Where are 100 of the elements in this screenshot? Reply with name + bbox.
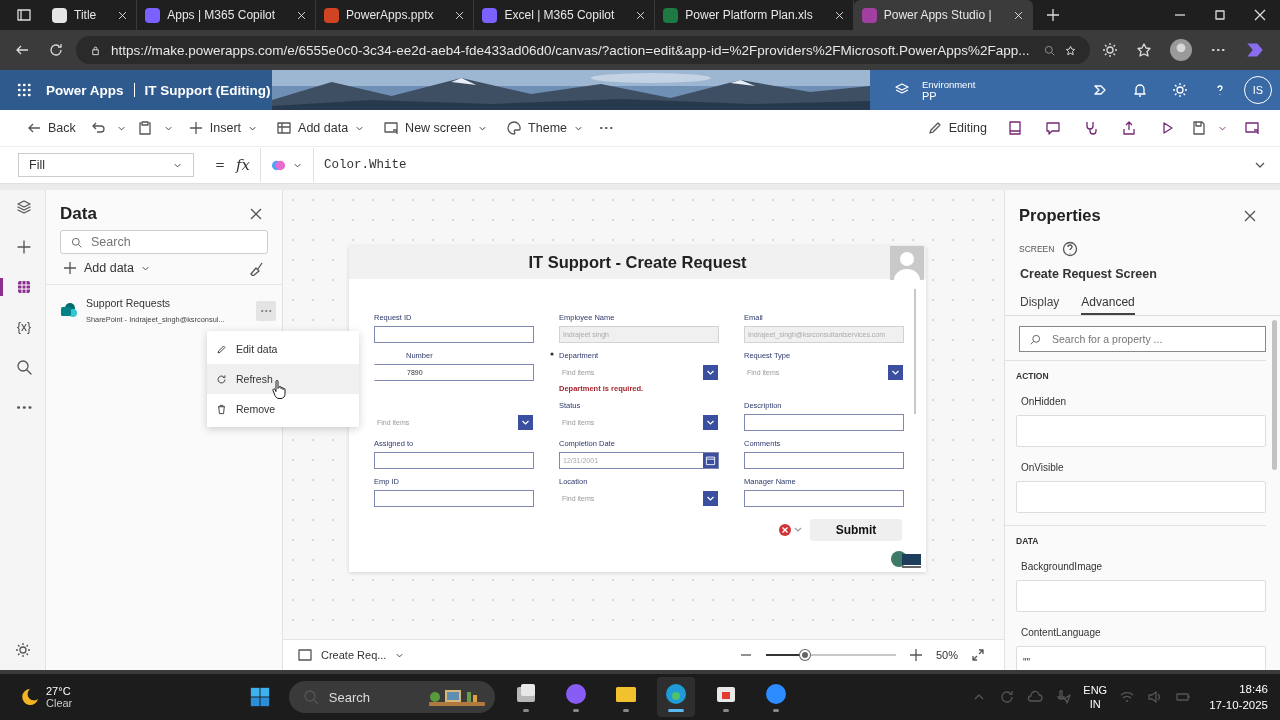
property-input[interactable] [1016,580,1266,612]
close-icon[interactable] [1252,7,1268,23]
paste-icon[interactable] [136,120,153,136]
menu-item[interactable]: Remove [207,394,359,424]
copilot-button[interactable] [260,148,314,182]
reload-icon[interactable] [48,42,64,58]
function-label[interactable]: fx [236,156,250,174]
command-button[interactable]: Theme [502,118,588,138]
taskbar-button[interactable] [656,677,695,717]
add-data-button[interactable]: Add data [58,258,156,278]
command-button[interactable]: Insert [183,118,263,138]
favorites-icon[interactable] [1136,42,1152,58]
environment-name[interactable]: PP [922,89,976,102]
pencil-icon [926,120,943,136]
close-icon[interactable] [248,206,264,222]
property-label: BackgroundImage [1020,561,1104,572]
property-label: OnVisible [1020,462,1065,473]
screen-icon [383,120,400,136]
property-dropdown[interactable]: Fill [18,153,194,177]
search-icon [71,237,82,248]
app-checker-icon[interactable] [1083,120,1099,136]
weather-condition[interactable]: Clear [46,697,73,709]
palette-icon [506,120,523,136]
help-icon[interactable] [1062,241,1079,257]
star-icon[interactable] [1065,44,1076,56]
plus-icon [16,239,32,255]
rail-tab[interactable]: {x} [0,318,45,336]
notifications-icon[interactable] [1132,82,1148,98]
menu-item[interactable]: Refresh [207,364,359,394]
property-input[interactable] [1016,415,1266,447]
comment-icon[interactable] [1045,120,1061,136]
tab-icon [324,7,340,23]
profile-avatar[interactable] [1170,39,1192,61]
properties-tab[interactable]: Display [1020,295,1060,315]
language-indicator[interactable]: ENG IN [1083,683,1108,711]
screen-selector[interactable]: Create Req... [297,647,406,663]
app-launcher-icon[interactable] [16,82,32,98]
menu-item[interactable]: Edit data [207,334,359,364]
search-field[interactable]: Search [60,230,268,254]
calendar-icon [705,455,716,466]
pencil-icon [216,343,227,355]
app-title: IT Support (Editing) [144,82,271,98]
close-icon[interactable] [635,9,647,21]
property-input[interactable]: "" [1016,646,1266,670]
close-icon[interactable] [833,9,845,21]
panel-title: Properties [1019,206,1101,225]
logo-icon [890,548,922,570]
extensions-icon[interactable] [1102,42,1118,58]
table-icon [276,120,293,136]
properties-tab[interactable]: Advanced [1081,295,1135,315]
close-icon[interactable] [454,9,466,21]
panel-title: Data [60,204,97,224]
text-input[interactable] [744,452,904,469]
lock-icon[interactable] [90,44,101,56]
layers-icon [16,199,32,215]
close-icon[interactable] [1012,9,1024,21]
clock[interactable]: 18:46 17-10-2025 [1209,681,1268,713]
text-input[interactable] [374,490,534,507]
editing-button[interactable]: Editing [922,118,991,138]
start-icon[interactable] [248,686,271,708]
temperature[interactable]: 27°C [46,685,73,697]
zoom-slider-thumb[interactable] [799,650,810,660]
command-button[interactable]: New screen [379,118,493,138]
settings-icon[interactable] [14,642,31,658]
text-input[interactable] [744,490,904,507]
zoom-icon[interactable] [1044,44,1055,56]
restore-icon[interactable] [1212,7,1228,23]
taskbar-search[interactable]: Search [288,681,495,713]
browser-tab[interactable]: Power Apps Studio | [853,0,1033,30]
save-icon[interactable] [1191,120,1207,136]
share-icon[interactable] [1121,120,1137,136]
table-icon [16,279,32,295]
plus-icon [62,260,78,276]
close-icon[interactable] [296,9,308,21]
command-button[interactable]: Add data [272,118,370,138]
broom-icon[interactable] [248,260,264,276]
more-icon [16,404,32,410]
command-button[interactable]: Back [22,118,80,138]
group-heading: DATA [1016,536,1040,546]
tab-actions-icon[interactable] [16,7,32,23]
zoom-in-icon[interactable] [907,647,924,663]
fit-screen-icon[interactable] [970,647,986,663]
close-icon[interactable] [117,9,129,21]
formula-field[interactable]: Color.White [324,158,1242,172]
new-tab-icon[interactable] [1044,7,1061,23]
error-icon[interactable] [778,523,804,537]
property-input[interactable] [1016,481,1266,513]
browser-icon [663,682,688,706]
text-input[interactable] [374,452,534,469]
property-search-field[interactable]: Search for a property ... [1019,326,1266,352]
submit-button[interactable]: Submit [810,519,902,541]
publish-icon[interactable] [1244,120,1260,136]
property-label: OnHidden [1020,396,1068,407]
data-source-name[interactable]: Support Requests [86,297,225,309]
text-input[interactable] [374,326,534,343]
text-input[interactable] [744,414,904,431]
form-title: IT Support - Create Request [528,253,747,272]
video-app-icon [763,682,788,706]
address-field[interactable]: https://make.powerapps.com/e/6555e0c0-3c34-ee2d-aeb4-fde433ad06d0/canvas/?action=edit&app-id=%2Fproviders%2FMicrosoft.PowerApps%2Fapp... [76,36,1090,64]
property-label: ContentLanguage [1020,627,1102,638]
